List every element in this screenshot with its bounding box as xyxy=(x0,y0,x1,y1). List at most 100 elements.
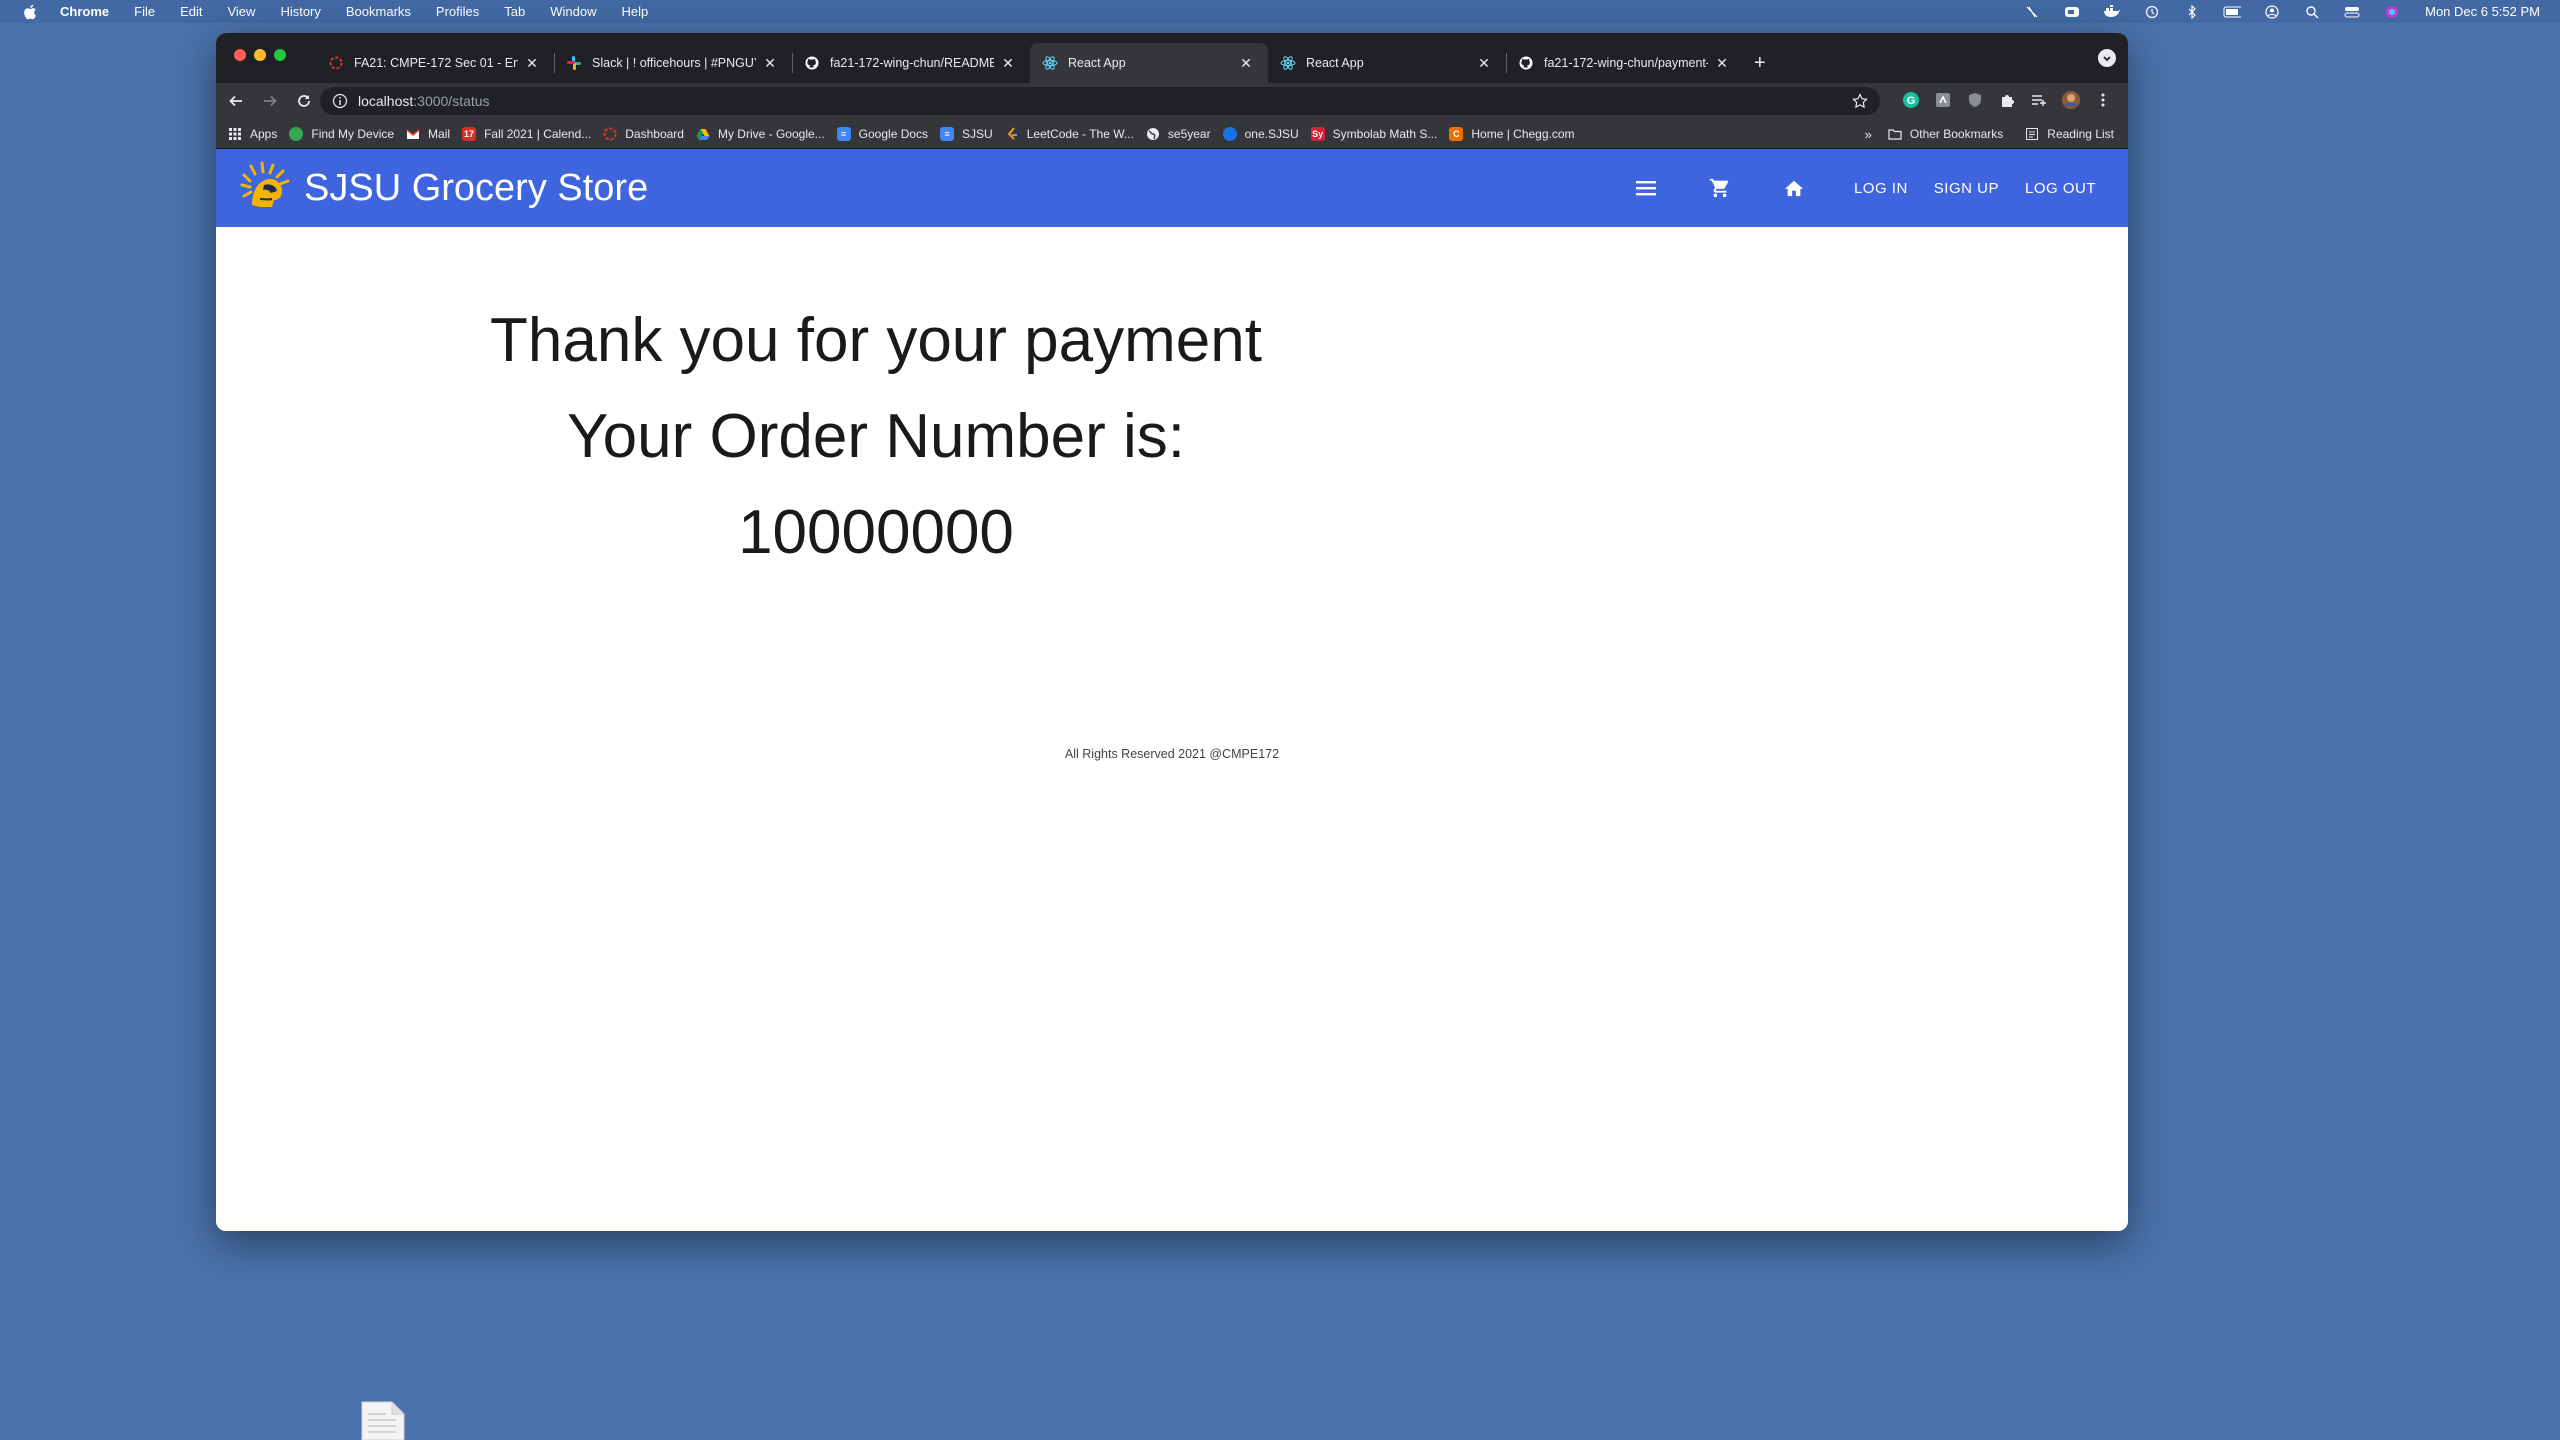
forward-icon[interactable] xyxy=(256,87,284,115)
bookmarks-overflow-button[interactable]: » xyxy=(1865,127,1872,142)
login-button[interactable]: LOG IN xyxy=(1854,180,1908,197)
profile-avatar-icon[interactable] xyxy=(2060,89,2082,111)
tab-react-app[interactable]: React App ✕ xyxy=(1268,43,1507,83)
menu-edit[interactable]: Edit xyxy=(180,4,202,19)
hamburger-menu-icon[interactable] xyxy=(1632,174,1660,202)
bookmark-se5year[interactable]: se5year xyxy=(1146,127,1211,141)
bluetooth-icon[interactable] xyxy=(2183,4,2201,19)
google-docs-icon: ≡ xyxy=(836,126,851,141)
bookmarks-right: » Other Bookmarks Reading List xyxy=(1865,119,2114,149)
bookmark-mail[interactable]: Mail xyxy=(406,127,450,141)
bookmark-chegg[interactable]: C Home | Chegg.com xyxy=(1449,126,1575,141)
order-number-label: Your Order Number is: xyxy=(567,402,1185,471)
tab-title: fa21-172-wing-chun/README. xyxy=(830,56,994,70)
battery-icon[interactable] xyxy=(2223,5,2242,19)
github-icon xyxy=(1518,55,1534,71)
logout-button[interactable]: LOG OUT xyxy=(2025,180,2096,197)
user-account-icon[interactable] xyxy=(2263,4,2281,19)
shopping-cart-icon[interactable] xyxy=(1706,174,1734,202)
tab-canvas[interactable]: FA21: CMPE-172 Sec 01 - Ente ✕ xyxy=(316,43,555,83)
tab-search-icon[interactable] xyxy=(2098,49,2116,67)
tab-github-payment[interactable]: fa21-172-wing-chun/payment- ✕ xyxy=(1506,43,1744,83)
shield-icon[interactable] xyxy=(1964,89,1986,111)
tab-strip: FA21: CMPE-172 Sec 01 - Ente ✕ Slack | !… xyxy=(216,33,2128,83)
bookmark-find-my-device[interactable]: Find My Device xyxy=(289,126,394,141)
google-docs-icon: ≡ xyxy=(940,126,955,141)
docker-icon[interactable] xyxy=(2103,4,2121,19)
bookmark-apps[interactable]: Apps xyxy=(228,127,277,141)
react-icon xyxy=(1280,55,1296,71)
menu-bookmarks[interactable]: Bookmarks xyxy=(346,4,411,19)
reload-icon[interactable] xyxy=(290,87,318,115)
close-tab-icon[interactable]: ✕ xyxy=(1714,55,1730,72)
menubar-status-area: Mon Dec 6 5:52 PM xyxy=(2001,0,2540,23)
grammarly-icon[interactable]: G xyxy=(1900,89,1922,111)
address-bar[interactable]: localhost:3000/status xyxy=(320,87,1880,115)
tab-github-readme[interactable]: fa21-172-wing-chun/README. ✕ xyxy=(792,43,1030,83)
bookmark-star-icon[interactable] xyxy=(1852,93,1868,112)
bookmark-leetcode[interactable]: LeetCode - The W... xyxy=(1005,127,1134,141)
tab-react-app-active[interactable]: React App ✕ xyxy=(1030,43,1268,83)
slack-icon xyxy=(566,55,582,71)
menu-profiles[interactable]: Profiles xyxy=(436,4,479,19)
github-icon xyxy=(804,55,820,71)
bookmark-other-bookmarks[interactable]: Other Bookmarks xyxy=(1888,127,2003,141)
bookmark-label: My Drive - Google... xyxy=(717,126,825,141)
bookmark-symbolab[interactable]: Sy Symbolab Math S... xyxy=(1310,126,1438,141)
spotlight-search-icon[interactable] xyxy=(2303,5,2321,19)
menu-history[interactable]: History xyxy=(280,4,320,19)
chrome-window: FA21: CMPE-172 Sec 01 - Ente ✕ Slack | !… xyxy=(216,33,2128,1231)
reading-list-button[interactable]: Reading List xyxy=(2025,127,2114,141)
spartan-logo-icon[interactable] xyxy=(238,161,292,215)
bookmark-label: Symbolab Math S... xyxy=(1332,126,1438,141)
zoom-icon[interactable] xyxy=(2063,5,2081,19)
menu-help[interactable]: Help xyxy=(622,4,649,19)
menu-tab[interactable]: Tab xyxy=(504,4,525,19)
bookmark-label: se5year xyxy=(1167,126,1211,141)
bookmark-google-docs[interactable]: ≡ Google Docs xyxy=(836,126,928,141)
tab-slack[interactable]: Slack | ! officehours | #PNGUY ✕ xyxy=(554,43,793,83)
menu-view[interactable]: View xyxy=(227,4,255,19)
puzzle-extensions-icon[interactable] xyxy=(1996,89,2018,111)
bookmark-calendar[interactable]: 17 Fall 2021 | Calend... xyxy=(462,126,591,141)
bookmark-sjsu[interactable]: ≡ SJSU xyxy=(940,126,993,141)
tab-title: FA21: CMPE-172 Sec 01 - Ente xyxy=(354,56,518,70)
close-tab-icon[interactable]: ✕ xyxy=(524,55,540,72)
close-tab-icon[interactable]: ✕ xyxy=(1476,55,1492,72)
bookmark-google-drive[interactable]: My Drive - Google... xyxy=(696,127,825,141)
cursor-off-icon[interactable] xyxy=(2023,5,2041,19)
minimize-window-button[interactable] xyxy=(254,49,266,61)
desktop-document-icon[interactable] xyxy=(360,1400,406,1440)
bookmark-label: LeetCode - The W... xyxy=(1026,126,1134,141)
bookmark-one-sjsu[interactable]: one.SJSU xyxy=(1222,126,1299,141)
close-tab-icon[interactable]: ✕ xyxy=(1000,55,1016,72)
time-machine-icon[interactable] xyxy=(2143,5,2161,19)
zoom-window-button[interactable] xyxy=(274,49,286,61)
bookmark-label: Home | Chegg.com xyxy=(1471,126,1575,141)
chegg-icon: C xyxy=(1449,126,1464,141)
site-info-icon[interactable] xyxy=(332,93,348,109)
bookmark-dashboard[interactable]: Dashboard xyxy=(603,127,684,141)
home-icon[interactable] xyxy=(1780,174,1808,202)
app-brand-title[interactable]: SJSU Grocery Store xyxy=(304,167,648,210)
tab-title: fa21-172-wing-chun/payment- xyxy=(1544,56,1708,70)
new-tab-button[interactable]: + xyxy=(1754,53,1766,73)
menubar-clock[interactable]: Mon Dec 6 5:52 PM xyxy=(2425,4,2540,19)
back-icon[interactable] xyxy=(222,87,250,115)
reading-list-icon[interactable] xyxy=(2028,89,2050,111)
signup-button[interactable]: SIGN UP xyxy=(1934,180,1999,197)
chrome-menu-icon[interactable] xyxy=(2092,89,2114,111)
menu-window[interactable]: Window xyxy=(550,4,596,19)
url-path: :3000/status xyxy=(413,93,490,109)
close-window-button[interactable] xyxy=(234,49,246,61)
close-tab-icon[interactable]: ✕ xyxy=(1238,55,1254,72)
siri-icon[interactable] xyxy=(2383,5,2401,19)
close-tab-icon[interactable]: ✕ xyxy=(762,55,778,72)
menu-chrome[interactable]: Chrome xyxy=(60,4,109,19)
apple-menu-icon[interactable] xyxy=(20,4,40,20)
payment-status-page: Thank you for your payment Your Order Nu… xyxy=(216,227,2128,1231)
menu-file[interactable]: File xyxy=(134,4,155,19)
control-center-icon[interactable] xyxy=(2343,5,2361,19)
canvas-icon xyxy=(603,127,617,141)
extension-icon[interactable] xyxy=(1932,89,1954,111)
